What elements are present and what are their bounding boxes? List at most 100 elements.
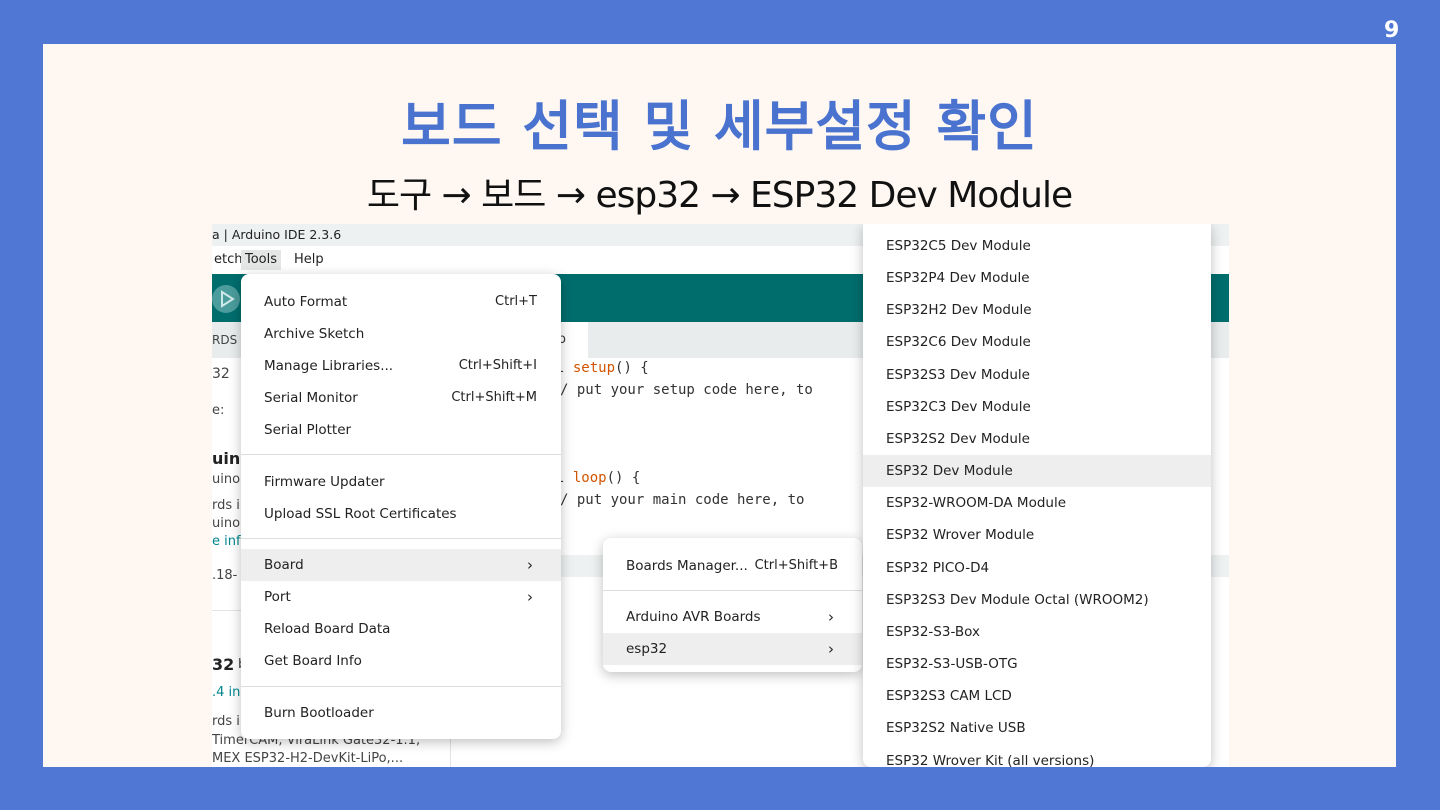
board-option-label: ESP32S2 Dev Module — [886, 431, 1030, 447]
menu-item-label: Serial Plotter — [264, 422, 352, 438]
board-option[interactable]: ESP32H2 Dev Module — [863, 294, 1211, 326]
ide-screenshot: a | Arduino IDE 2.3.6 etch Tools Help RD… — [212, 224, 1229, 767]
tools-menu: Auto Format Ctrl+T Archive Sketch Manage… — [241, 274, 561, 739]
board-option[interactable]: ESP32S3 CAM LCD — [863, 680, 1211, 712]
menu-item-shortcut: Ctrl+Shift+B — [754, 558, 838, 573]
slide-title: 보드 선택 및 세부설정 확인 — [401, 95, 1038, 158]
menu-item-label: Serial Monitor — [264, 390, 358, 406]
board-option[interactable]: ESP32 Wrover Module — [863, 519, 1211, 551]
menu-item-auto-format[interactable]: Auto Format Ctrl+T — [241, 286, 561, 318]
menu-item-label: esp32 — [626, 641, 668, 657]
menu-item-shortcut: Ctrl+Shift+M — [451, 390, 537, 405]
menu-item-reload-board-data[interactable]: Reload Board Data — [241, 613, 561, 645]
board-option[interactable]: ESP32-S3-USB-OTG — [863, 648, 1211, 680]
code-comment-loop[interactable]: / put your main code here, to — [560, 492, 804, 508]
menu-item-label: Boards Manager... — [626, 558, 748, 574]
board-option[interactable]: ESP32 PICO-D4 — [863, 552, 1211, 584]
slide-subtitle: 도구 → 보드 → esp32 → ESP32 Dev Module — [366, 175, 1073, 216]
menu-item-label: Reload Board Data — [264, 621, 391, 637]
board-option-label: ESP32C6 Dev Module — [886, 334, 1031, 350]
menu-help[interactable]: Help — [290, 250, 328, 270]
code-line-setup[interactable]: l setup() { — [556, 360, 649, 376]
board-option-label: ESP32S3 Dev Module — [886, 367, 1030, 383]
menu-separator — [603, 590, 862, 591]
menu-item-esp32[interactable]: esp32 › — [603, 633, 862, 665]
menu-item-label: Board — [264, 557, 304, 573]
menu-item-upload-ssl[interactable]: Upload SSL Root Certificates — [241, 498, 561, 530]
verify-button[interactable] — [212, 285, 240, 313]
board-item-2-title: 32 — [212, 655, 235, 674]
chevron-right-icon: › — [828, 608, 834, 626]
menu-item-label: Archive Sketch — [264, 326, 365, 342]
board-option-label: ESP32C5 Dev Module — [886, 238, 1031, 254]
board-option-label: ESP32S2 Native USB — [886, 720, 1026, 736]
board-submenu: Boards Manager... Ctrl+Shift+B Arduino A… — [603, 538, 862, 672]
menu-item-label: Auto Format — [264, 294, 348, 310]
play-icon — [221, 290, 235, 308]
menu-item-label: Burn Bootloader — [264, 705, 374, 721]
sidebar-search[interactable]: 32 — [212, 366, 230, 382]
board-option-label: ESP32H2 Dev Module — [886, 302, 1032, 318]
code-setup-fn: setup — [572, 360, 616, 376]
board-option[interactable]: ESP32 Wrover Kit (all versions) — [863, 745, 1211, 767]
board-option[interactable]: ESP32S2 Native USB — [863, 712, 1211, 744]
editor-tab[interactable]: o — [558, 322, 588, 358]
board-option-label: ESP32 Dev Module — [886, 463, 1013, 479]
menu-item-arduino-avr-boards[interactable]: Arduino AVR Boards › — [603, 601, 862, 633]
board-option[interactable]: ESP32S3 Dev Module Octal (WROOM2) — [863, 584, 1211, 616]
board-option-label: ESP32-S3-Box — [886, 624, 980, 640]
code-comment-setup[interactable]: / put your setup code here, to — [560, 382, 813, 398]
board-option[interactable]: ESP32-S3-Box — [863, 616, 1211, 648]
board-option-label: ESP32C3 Dev Module — [886, 399, 1031, 415]
board-item-author: uino — [212, 472, 241, 487]
menu-separator — [241, 454, 561, 455]
menu-item-port[interactable]: Port › — [241, 581, 561, 613]
board-option-label: ESP32 Wrover Module — [886, 527, 1035, 543]
board-option[interactable]: ESP32C5 Dev Module — [863, 230, 1211, 262]
board-option-label: ESP32 Wrover Kit (all versions) — [886, 753, 1095, 767]
board-option-label: ESP32P4 Dev Module — [886, 270, 1030, 286]
menu-tools[interactable]: Tools — [241, 250, 282, 270]
menu-item-burn-bootloader[interactable]: Burn Bootloader — [241, 697, 561, 729]
menu-item-shortcut: Ctrl+T — [495, 294, 537, 309]
board-option[interactable]: ESP32S3 Dev Module — [863, 359, 1211, 391]
menu-item-label: Get Board Info — [264, 653, 362, 669]
menu-item-serial-monitor[interactable]: Serial Monitor Ctrl+Shift+M — [241, 382, 561, 414]
window-title: a | Arduino IDE 2.3.6 — [212, 227, 342, 242]
menu-item-archive-sketch[interactable]: Archive Sketch — [241, 318, 561, 350]
menu-item-label: Manage Libraries... — [264, 358, 394, 374]
menu-item-manage-libraries[interactable]: Manage Libraries... Ctrl+Shift+I — [241, 350, 561, 382]
menu-item-shortcut: Ctrl+Shift+I — [458, 358, 537, 373]
menu-item-get-board-info[interactable]: Get Board Info — [241, 645, 561, 677]
board-item-desc-1: rds i — [212, 498, 240, 513]
menu-separator — [241, 686, 561, 687]
board-item-2-desc-3: MEX ESP32-H2-DevKit-LiPo,... — [212, 751, 404, 766]
menu-item-boards-manager[interactable]: Boards Manager... Ctrl+Shift+B — [603, 550, 862, 582]
board-option-label: ESP32-S3-USB-OTG — [886, 656, 1018, 672]
board-item-version[interactable]: .18- — [212, 568, 237, 583]
board-option[interactable]: ESP32C6 Dev Module — [863, 326, 1211, 358]
menu-separator — [241, 538, 561, 539]
chevron-right-icon: › — [828, 640, 834, 658]
menu-item-firmware-updater[interactable]: Firmware Updater — [241, 466, 561, 498]
board-option[interactable]: ESP32S2 Dev Module — [863, 423, 1211, 455]
menu-item-label: Arduino AVR Boards — [626, 609, 761, 625]
board-option[interactable]: ESP32C3 Dev Module — [863, 391, 1211, 423]
menu-item-label: Port — [264, 589, 291, 605]
esp32-board-list: ESP32C5 Dev Module ESP32P4 Dev Module ES… — [863, 224, 1211, 767]
slide: 보드 선택 및 세부설정 확인 도구 → 보드 → esp32 → ESP32 … — [43, 44, 1396, 767]
chevron-right-icon: › — [527, 588, 533, 606]
board-option-label: ESP32S3 Dev Module Octal (WROOM2) — [886, 592, 1149, 608]
code-line-3-rest: () { — [606, 470, 641, 486]
board-option[interactable]: ESP32-WROOM-DA Module — [863, 487, 1211, 519]
menu-item-label: Firmware Updater — [264, 474, 385, 490]
menu-item-board[interactable]: Board › — [241, 549, 561, 581]
sidebar-filter-label: e: — [212, 403, 225, 418]
chevron-right-icon: › — [527, 556, 533, 574]
page-number: 9 — [1384, 18, 1400, 43]
code-line-loop[interactable]: l loop() { — [556, 470, 640, 486]
menu-item-serial-plotter[interactable]: Serial Plotter — [241, 414, 561, 446]
board-option-selected[interactable]: ESP32 Dev Module — [863, 455, 1211, 487]
board-option-label: ESP32 PICO-D4 — [886, 560, 990, 576]
board-option[interactable]: ESP32P4 Dev Module — [863, 262, 1211, 294]
